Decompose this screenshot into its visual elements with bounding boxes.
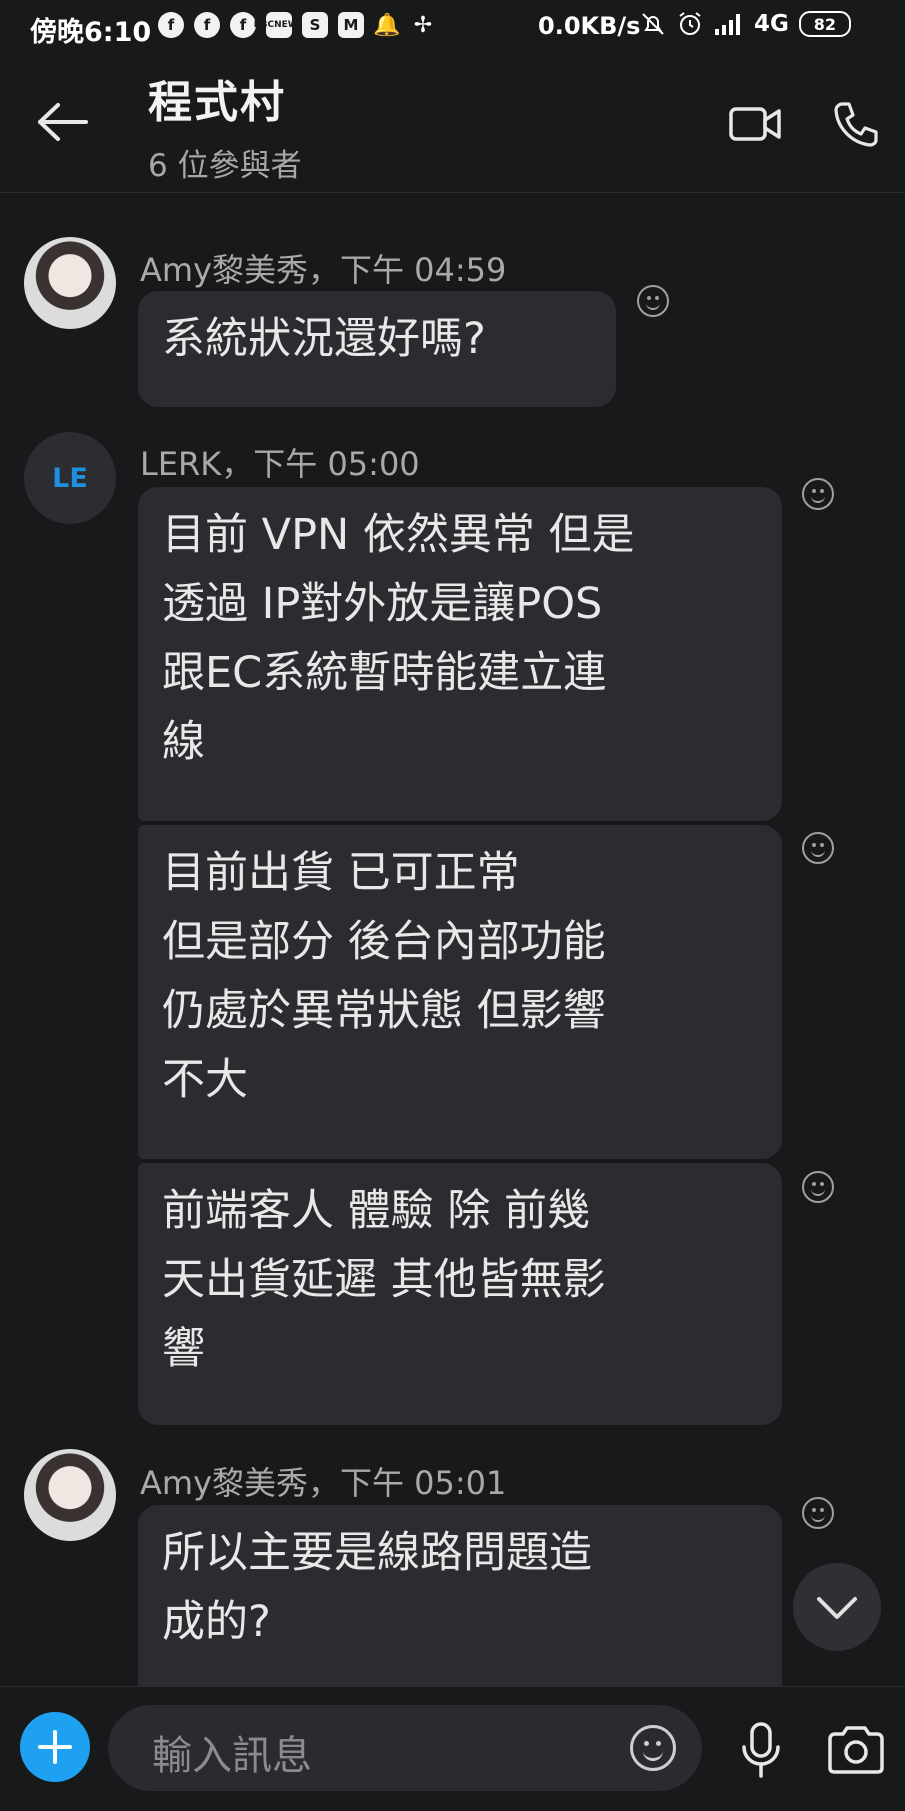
message-bubble[interactable]: 前端客人 體驗 除 前幾 天出貨延遲 其他皆無影 響 [138, 1163, 782, 1425]
chat-header: 程式村 6 位參與者 [0, 56, 905, 193]
system-icons: 4G 82 [640, 10, 851, 38]
scroll-to-bottom-button[interactable] [793, 1563, 881, 1651]
notification-icons: f f f BBC NEWS S M 🔔 ✢ [158, 12, 436, 38]
sender-name-time: LERK，下午 05:00 [140, 445, 420, 483]
sender-name-time: Amy黎美秀，下午 04:59 [140, 251, 507, 289]
bell-icon: 🔔 [373, 12, 401, 38]
signal-icon [715, 14, 740, 35]
avatar[interactable] [24, 237, 116, 329]
alarm-icon [679, 12, 701, 35]
participant-count[interactable]: 6 位參與者 [148, 140, 302, 185]
facebook-icon: f [194, 12, 220, 38]
camera-icon[interactable] [826, 1725, 886, 1775]
mute-bell-icon [642, 13, 664, 35]
add-reaction-icon[interactable] [802, 1497, 834, 1529]
facebook-icon: f [230, 12, 256, 38]
add-reaction-icon[interactable] [802, 832, 834, 864]
status-bar: 傍晚6:10 f f f BBC NEWS S M 🔔 ✢ 0.0KB/s 4G … [0, 0, 905, 56]
message-input-placeholder: 輸入訊息 [152, 1733, 312, 1779]
back-arrow-icon[interactable] [36, 102, 90, 142]
status-time: 傍晚6:10 [30, 17, 152, 48]
add-reaction-icon[interactable] [637, 285, 669, 317]
network-type: 4G [754, 11, 789, 37]
sender-name-time: Amy黎美秀，下午 05:01 [140, 1464, 507, 1502]
emoji-icon[interactable] [630, 1725, 676, 1771]
chat-title[interactable]: 程式村 [148, 66, 286, 130]
avatar[interactable]: LE [24, 432, 116, 524]
microphone-icon[interactable] [738, 1721, 784, 1779]
message-bubble[interactable]: 所以主要是線路問題造 成的? [138, 1505, 782, 1695]
avatar[interactable] [24, 1449, 116, 1541]
shopee-icon: S [302, 12, 328, 38]
message-bubble[interactable]: 目前出貨 已可正常 但是部分 後台內部功能 仍處於異常狀態 但影響 不大 [138, 825, 782, 1159]
battery-icon: 82 [798, 11, 851, 37]
add-reaction-icon[interactable] [802, 478, 834, 510]
add-button[interactable] [20, 1712, 90, 1782]
message-bubble[interactable]: 目前 VPN 依然異常 但是 透過 IP對外放是讓POS 跟EC系統暫時能建立連… [138, 487, 782, 821]
facebook-icon: f [158, 12, 184, 38]
video-camera-icon[interactable] [728, 104, 782, 144]
plus-icon [38, 1730, 72, 1764]
chevron-down-icon [817, 1597, 857, 1619]
bbc-news-icon: BBC NEWS [254, 12, 304, 38]
phone-icon[interactable] [832, 100, 878, 148]
add-reaction-icon[interactable] [802, 1171, 834, 1203]
gmail-icon: M [338, 12, 364, 38]
message-bubble[interactable]: 系統狀況還好嗎? [138, 291, 616, 407]
network-speed: 0.0KB/s [538, 12, 641, 40]
pinwheel-icon: ✢ [413, 12, 433, 38]
message-composer: 輸入訊息 [0, 1686, 905, 1811]
message-input[interactable]: 輸入訊息 [108, 1705, 702, 1791]
